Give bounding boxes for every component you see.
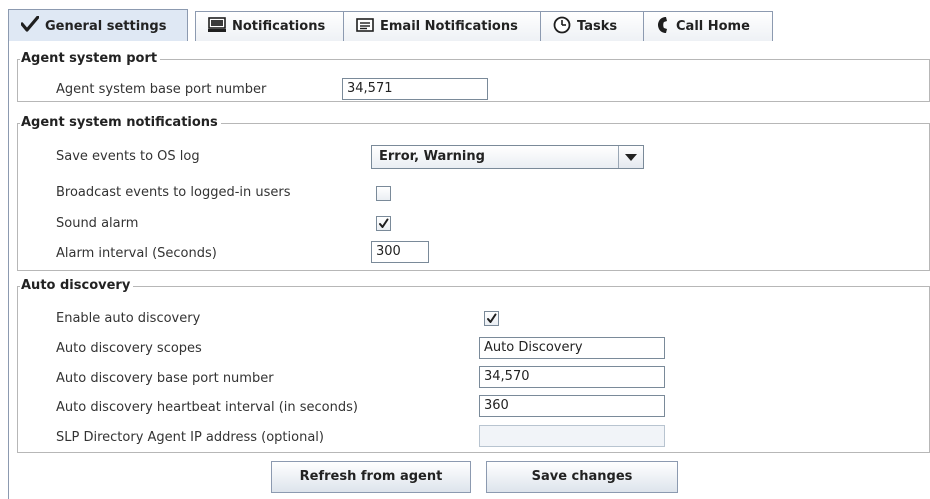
- save-events-selected-value: Error, Warning: [379, 149, 485, 164]
- tab-label: Email Notifications: [380, 19, 518, 34]
- save-changes-button[interactable]: Save changes: [486, 461, 678, 493]
- clock-icon: [553, 16, 571, 38]
- checkmark-icon: [20, 15, 40, 36]
- tab-notifications[interactable]: Notifications: [195, 11, 345, 41]
- group-title: Agent system notifications: [20, 114, 221, 132]
- auto-discovery-base-port-input[interactable]: 34,570: [479, 366, 665, 388]
- alarm-interval-label: Alarm interval (Seconds): [56, 246, 217, 261]
- general-settings-panel: Agent system port Agent system base port…: [8, 41, 930, 499]
- tab-general-settings[interactable]: General settings: [8, 9, 188, 42]
- heartbeat-interval-input[interactable]: 360: [479, 395, 665, 417]
- save-events-dropdown[interactable]: Error, Warning: [371, 145, 644, 169]
- agent-base-port-label: Agent system base port number: [56, 82, 267, 97]
- refresh-from-agent-button[interactable]: Refresh from agent: [271, 461, 471, 493]
- slp-directory-agent-label: SLP Directory Agent IP address (optional…: [56, 430, 324, 445]
- agent-system-port-group: Agent system port Agent system base port…: [17, 50, 930, 102]
- slp-directory-agent-input[interactable]: [479, 425, 665, 447]
- heartbeat-interval-label: Auto discovery heartbeat interval (in se…: [56, 400, 358, 415]
- tab-label: General settings: [45, 18, 167, 34]
- agent-base-port-input[interactable]: 34,571: [342, 78, 488, 100]
- alarm-interval-input[interactable]: 300: [371, 241, 429, 263]
- broadcast-events-checkbox[interactable]: [376, 186, 391, 201]
- tab-tasks[interactable]: Tasks: [540, 11, 646, 41]
- auto-discovery-base-port-label: Auto discovery base port number: [56, 371, 274, 386]
- sound-alarm-label: Sound alarm: [56, 216, 139, 231]
- broadcast-events-label: Broadcast events to logged-in users: [56, 185, 291, 200]
- computer-icon: [208, 16, 226, 37]
- chevron-down-icon[interactable]: [618, 146, 643, 168]
- sound-alarm-checkbox[interactable]: [376, 216, 391, 231]
- tab-email-notifications[interactable]: Email Notifications: [343, 11, 542, 41]
- tab-bar: General settings Notifications Email Not…: [8, 9, 930, 42]
- agent-system-notifications-group: Agent system notifications Save events t…: [17, 114, 930, 271]
- auto-discovery-group: Auto discovery Enable auto discovery Aut…: [17, 277, 930, 453]
- auto-discovery-scopes-input[interactable]: Auto Discovery: [479, 337, 665, 359]
- tab-label: Call Home: [676, 19, 750, 34]
- group-title: Agent system port: [20, 50, 161, 68]
- enable-auto-discovery-checkbox[interactable]: [484, 311, 499, 326]
- enable-auto-discovery-label: Enable auto discovery: [56, 311, 201, 326]
- auto-discovery-scopes-label: Auto discovery scopes: [56, 341, 202, 356]
- email-icon: [356, 17, 374, 37]
- tab-call-home[interactable]: Call Home: [643, 11, 773, 41]
- phone-icon: [656, 16, 670, 38]
- save-events-label: Save events to OS log: [56, 149, 200, 164]
- tab-label: Notifications: [232, 19, 326, 34]
- group-title: Auto discovery: [20, 277, 134, 295]
- tab-label: Tasks: [577, 19, 618, 34]
